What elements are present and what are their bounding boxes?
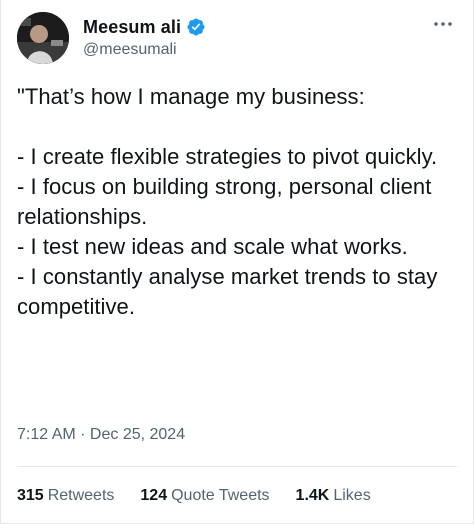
more-options-icon[interactable] bbox=[429, 14, 457, 34]
display-name[interactable]: Meesum ali bbox=[83, 17, 181, 38]
engagement-stats: 315 Retweets 124 Quote Tweets 1.4K Likes bbox=[17, 487, 397, 505]
retweets-stat[interactable]: 315 Retweets bbox=[17, 487, 114, 505]
name-row: Meesum ali bbox=[83, 15, 206, 39]
avatar[interactable] bbox=[17, 12, 69, 64]
tweet-header: Meesum ali @meesumali bbox=[17, 12, 457, 66]
quote-tweets-label: Quote Tweets bbox=[171, 487, 270, 504]
quote-tweets-stat[interactable]: 124 Quote Tweets bbox=[140, 487, 269, 505]
likes-stat[interactable]: 1.4K Likes bbox=[296, 487, 371, 505]
tweet-text: "That’s how I manage my business: - I cr… bbox=[17, 84, 438, 319]
likes-count: 1.4K bbox=[295, 487, 330, 504]
quote-tweets-count: 124 bbox=[140, 487, 168, 504]
likes-label: Likes bbox=[333, 487, 371, 504]
verified-badge-icon bbox=[186, 17, 206, 37]
author-handle[interactable]: @meesumali bbox=[83, 41, 206, 59]
tweet-card: Meesum ali @meesumali "That’s how I mana… bbox=[0, 0, 474, 524]
divider bbox=[17, 466, 457, 467]
avatar-photo bbox=[17, 12, 69, 64]
retweets-count: 315 bbox=[17, 487, 44, 504]
retweets-label: Retweets bbox=[47, 487, 115, 504]
author-names: Meesum ali @meesumali bbox=[83, 15, 206, 59]
tweet-timestamp[interactable]: 7:12 AM · Dec 25, 2024 bbox=[17, 426, 185, 444]
